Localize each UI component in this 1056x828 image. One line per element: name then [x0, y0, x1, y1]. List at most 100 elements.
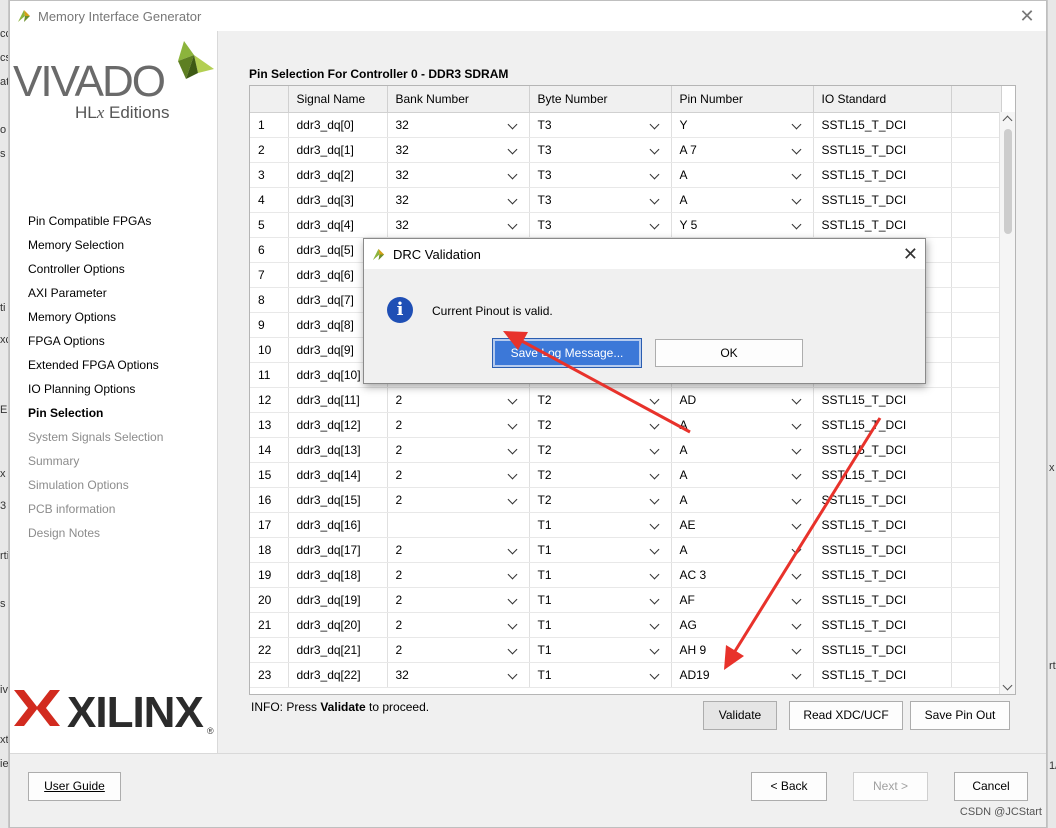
signal-name-cell[interactable]: ddr3_dq[3]	[288, 187, 388, 213]
table-row[interactable]: 22 ddr3_dq[21] 2 T1 AH 9 SSTL15_T_DCI	[250, 637, 1002, 663]
io-standard-cell[interactable]: SSTL15_T_DCI	[813, 662, 952, 688]
table-row[interactable]: 20 ddr3_dq[19] 2 T1 AF SSTL15_T_DCI	[250, 587, 1002, 613]
signal-name-cell[interactable]: ddr3_dq[4]	[288, 212, 388, 238]
io-standard-cell[interactable]: SSTL15_T_DCI	[813, 512, 952, 538]
scroll-up-icon[interactable]	[1002, 115, 1013, 126]
step-memory-selection[interactable]: Memory Selection	[28, 238, 163, 262]
column-header-bank-number[interactable]: Bank Number	[387, 86, 530, 113]
close-icon[interactable]: ✕	[1016, 5, 1038, 27]
bank-number-select[interactable]: 32	[387, 112, 530, 138]
byte-number-select[interactable]: T3	[529, 212, 672, 238]
io-standard-cell[interactable]: SSTL15_T_DCI	[813, 412, 952, 438]
byte-number-select[interactable]: T3	[529, 162, 672, 188]
byte-number-select[interactable]: T3	[529, 187, 672, 213]
table-row[interactable]: 23 ddr3_dq[22] 32 T1 AD19 SSTL15_T_DCI	[250, 662, 1002, 688]
table-row[interactable]: 1 ddr3_dq[0] 32 T3 Y SSTL15_T_DCI	[250, 112, 1002, 138]
io-standard-cell[interactable]: SSTL15_T_DCI	[813, 162, 952, 188]
step-memory-options[interactable]: Memory Options	[28, 310, 163, 334]
bank-number-select[interactable]: 2	[387, 487, 530, 513]
io-standard-cell[interactable]: SSTL15_T_DCI	[813, 187, 952, 213]
close-icon[interactable]: ✕	[903, 243, 918, 265]
validate-button[interactable]: Validate	[703, 701, 777, 730]
io-standard-cell[interactable]: SSTL15_T_DCI	[813, 137, 952, 163]
bank-number-select[interactable]: 2	[387, 412, 530, 438]
cancel-button[interactable]: Cancel	[954, 772, 1028, 801]
bank-number-select[interactable]: 32	[387, 662, 530, 688]
pin-number-select[interactable]: AC 3	[671, 562, 814, 588]
pin-number-select[interactable]: A 7	[671, 137, 814, 163]
save-pin-out-button[interactable]: Save Pin Out	[910, 701, 1010, 730]
table-row[interactable]: 21 ddr3_dq[20] 2 T1 AG SSTL15_T_DCI	[250, 612, 1002, 638]
pin-number-select[interactable]: A	[671, 412, 814, 438]
pin-number-select[interactable]: A	[671, 462, 814, 488]
signal-name-cell[interactable]: ddr3_dq[18]	[288, 562, 388, 588]
io-standard-cell[interactable]: SSTL15_T_DCI	[813, 462, 952, 488]
table-row[interactable]: 15 ddr3_dq[14] 2 T2 A SSTL15_T_DCI	[250, 462, 1002, 488]
pin-number-select[interactable]: A	[671, 162, 814, 188]
table-row[interactable]: 13 ddr3_dq[12] 2 T2 A SSTL15_T_DCI	[250, 412, 1002, 438]
ok-button[interactable]: OK	[655, 339, 803, 367]
signal-name-cell[interactable]: ddr3_dq[20]	[288, 612, 388, 638]
signal-name-cell[interactable]: ddr3_dq[2]	[288, 162, 388, 188]
pin-number-select[interactable]: AE	[671, 512, 814, 538]
io-standard-cell[interactable]: SSTL15_T_DCI	[813, 612, 952, 638]
pin-number-select[interactable]: Y	[671, 112, 814, 138]
pin-number-select[interactable]: AH 9	[671, 637, 814, 663]
signal-name-cell[interactable]: ddr3_dq[12]	[288, 412, 388, 438]
title-bar[interactable]: Memory Interface Generator ✕	[10, 1, 1046, 31]
bank-number-select[interactable]: 32	[387, 162, 530, 188]
byte-number-select[interactable]: T2	[529, 487, 672, 513]
bank-number-select[interactable]: 2	[387, 387, 530, 413]
step-pin-selection[interactable]: Pin Selection	[28, 406, 163, 430]
byte-number-select[interactable]: T1	[529, 637, 672, 663]
signal-name-cell[interactable]: ddr3_dq[19]	[288, 587, 388, 613]
back-button[interactable]: < Back	[751, 772, 827, 801]
byte-number-select[interactable]: T2	[529, 462, 672, 488]
signal-name-cell[interactable]: ddr3_dq[14]	[288, 462, 388, 488]
byte-number-select[interactable]: T1	[529, 662, 672, 688]
step-axi-parameter[interactable]: AXI Parameter	[28, 286, 163, 310]
io-standard-cell[interactable]: SSTL15_T_DCI	[813, 637, 952, 663]
io-standard-cell[interactable]: SSTL15_T_DCI	[813, 537, 952, 563]
pin-number-select[interactable]: AD19	[671, 662, 814, 688]
signal-name-cell[interactable]: ddr3_dq[11]	[288, 387, 388, 413]
bank-number-select[interactable]: 2	[387, 637, 530, 663]
io-standard-cell[interactable]: SSTL15_T_DCI	[813, 562, 952, 588]
table-row[interactable]: 4 ddr3_dq[3] 32 T3 A SSTL15_T_DCI	[250, 187, 1002, 213]
signal-name-cell[interactable]: ddr3_dq[13]	[288, 437, 388, 463]
scroll-thumb[interactable]	[1004, 129, 1012, 234]
pin-number-select[interactable]: AF	[671, 587, 814, 613]
column-header-pin-number[interactable]: Pin Number	[671, 86, 814, 113]
table-row[interactable]: 17 ddr3_dq[16] T1 AE SSTL15_T_DCI	[250, 512, 1002, 538]
table-row[interactable]: 16 ddr3_dq[15] 2 T2 A SSTL15_T_DCI	[250, 487, 1002, 513]
column-header-byte-number[interactable]: Byte Number	[529, 86, 672, 113]
save-log-message-button[interactable]: Save Log Message...	[492, 338, 642, 368]
byte-number-select[interactable]: T2	[529, 387, 672, 413]
byte-number-select[interactable]: T1	[529, 537, 672, 563]
bank-number-select[interactable]	[387, 512, 530, 538]
table-row[interactable]: 18 ddr3_dq[17] 2 T1 A SSTL15_T_DCI	[250, 537, 1002, 563]
io-standard-cell[interactable]: SSTL15_T_DCI	[813, 437, 952, 463]
bank-number-select[interactable]: 32	[387, 212, 530, 238]
io-standard-cell[interactable]: SSTL15_T_DCI	[813, 387, 952, 413]
byte-number-select[interactable]: T2	[529, 437, 672, 463]
read-xdc-ucf-button[interactable]: Read XDC/UCF	[789, 701, 903, 730]
signal-name-cell[interactable]: ddr3_dq[15]	[288, 487, 388, 513]
bank-number-select[interactable]: 32	[387, 137, 530, 163]
dialog-title-bar[interactable]: DRC Validation ✕	[364, 239, 925, 269]
table-row[interactable]: 3 ddr3_dq[2] 32 T3 A SSTL15_T_DCI	[250, 162, 1002, 188]
signal-name-cell[interactable]: ddr3_dq[21]	[288, 637, 388, 663]
signal-name-cell[interactable]: ddr3_dq[17]	[288, 537, 388, 563]
bank-number-select[interactable]: 2	[387, 437, 530, 463]
pin-number-select[interactable]: Y 5	[671, 212, 814, 238]
byte-number-select[interactable]: T2	[529, 412, 672, 438]
step-pin-compatible-fpgas[interactable]: Pin Compatible FPGAs	[28, 214, 163, 238]
scroll-down-icon[interactable]	[1002, 680, 1013, 691]
pin-number-select[interactable]: A	[671, 437, 814, 463]
io-standard-cell[interactable]: SSTL15_T_DCI	[813, 487, 952, 513]
byte-number-select[interactable]: T1	[529, 612, 672, 638]
bank-number-select[interactable]: 2	[387, 587, 530, 613]
user-guide-button[interactable]: User Guide	[28, 772, 121, 801]
io-standard-cell[interactable]: SSTL15_T_DCI	[813, 587, 952, 613]
pin-number-select[interactable]: A	[671, 187, 814, 213]
